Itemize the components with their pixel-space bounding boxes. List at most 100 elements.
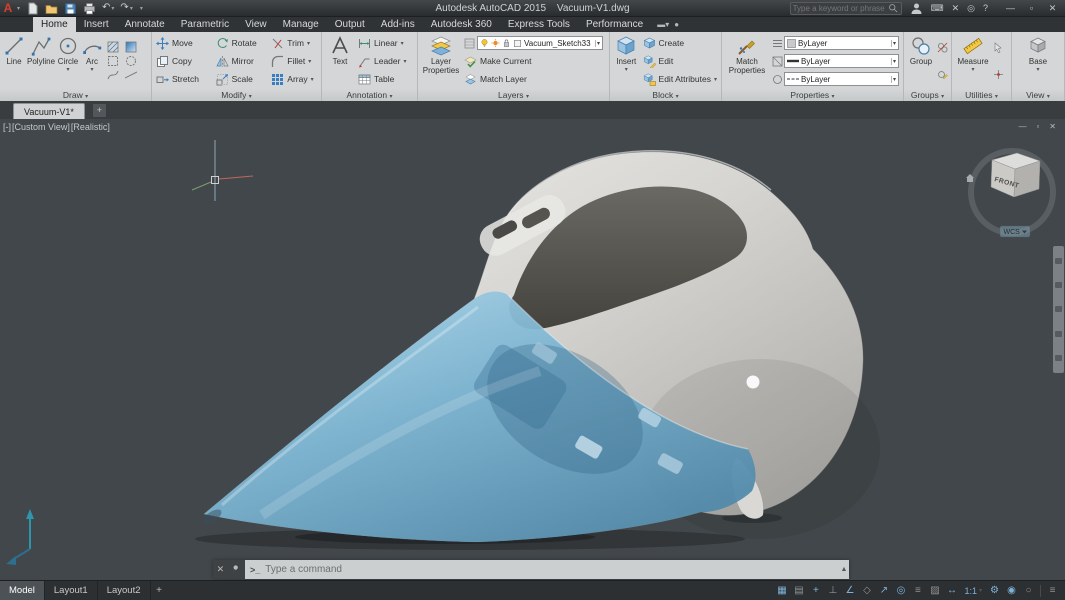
panel-label-groups[interactable]: Groups ▾: [904, 89, 951, 101]
viewport-visual-style-button[interactable]: [Realistic]: [71, 122, 110, 132]
isometric-drafting-toggle[interactable]: ◇: [858, 581, 875, 600]
command-close-icon[interactable]: ✕: [217, 564, 225, 575]
transparency-toggle[interactable]: ▨: [926, 581, 943, 600]
workspace-switching-button[interactable]: ⚙: [986, 581, 1003, 600]
plot-button[interactable]: [80, 1, 99, 16]
array-button[interactable]: Array ▾: [269, 71, 319, 88]
undo-button[interactable]: ↶▾: [99, 1, 117, 16]
model-scene[interactable]: FRONT WCS: [0, 119, 1065, 580]
object-snap-tracking-toggle[interactable]: ↗: [875, 581, 892, 600]
zoom-icon[interactable]: [1055, 306, 1062, 312]
tab-addins[interactable]: Add-ins: [373, 17, 423, 32]
search-input[interactable]: [793, 4, 886, 13]
annotation-monitor-toggle[interactable]: ◉: [1003, 581, 1020, 600]
move-button[interactable]: Move: [154, 35, 214, 52]
viewport-minimize-button[interactable]: —: [1018, 122, 1026, 131]
showmotion-icon[interactable]: [1055, 355, 1062, 361]
help-icon[interactable]: ?: [983, 3, 988, 13]
measure-button[interactable]: Measure ▾: [954, 33, 992, 89]
selection-cycling-toggle[interactable]: ↔: [943, 581, 960, 600]
match-properties-button[interactable]: Match Properties: [724, 33, 770, 89]
command-dock-handle[interactable]: ✕: [213, 560, 245, 579]
exchange-apps-icon[interactable]: ✕: [952, 3, 960, 14]
pan-icon[interactable]: [1055, 282, 1062, 288]
transparency-icon[interactable]: [772, 56, 783, 67]
stretch-button[interactable]: Stretch: [154, 71, 214, 88]
dynamic-input-toggle[interactable]: +: [807, 581, 824, 600]
scale-button[interactable]: Scale: [214, 71, 270, 88]
panel-label-annotation[interactable]: Annotation ▾: [322, 89, 417, 101]
viewcube[interactable]: FRONT: [966, 151, 1053, 233]
copy-button[interactable]: Copy: [154, 53, 214, 70]
arc-button[interactable]: Arc ▾: [80, 33, 104, 89]
object-snap-toggle[interactable]: ◎: [892, 581, 909, 600]
close-button[interactable]: ✕: [1042, 0, 1063, 16]
tab-insert[interactable]: Insert: [76, 17, 117, 32]
open-file-button[interactable]: [42, 1, 61, 16]
line-button[interactable]: Line: [2, 33, 26, 89]
tab-parametric[interactable]: Parametric: [173, 17, 237, 32]
annotation-scale-button[interactable]: 1:1▾: [960, 586, 986, 596]
panel-label-draw[interactable]: Draw ▾: [0, 89, 151, 101]
panel-label-modify[interactable]: Modify ▾: [152, 89, 321, 101]
polar-tracking-toggle[interactable]: ∠: [841, 581, 858, 600]
insert-block-button[interactable]: Insert ▾: [612, 33, 641, 89]
sign-in-avatar-icon[interactable]: [910, 2, 923, 15]
qat-customize-button[interactable]: ▾: [136, 1, 146, 16]
edit-block-button[interactable]: Edit: [641, 53, 719, 70]
table-button[interactable]: Table: [356, 71, 415, 88]
orbit-icon[interactable]: [1055, 331, 1062, 337]
object-color-dropdown[interactable]: ByLayer ▾: [784, 36, 899, 50]
redo-button[interactable]: ↷▾: [117, 1, 135, 16]
layer-state-icon[interactable]: [464, 38, 475, 49]
restore-button[interactable]: ▫: [1021, 0, 1042, 16]
app-menu-button[interactable]: A: [0, 0, 16, 16]
panel-label-utilities[interactable]: Utilities ▾: [952, 89, 1011, 101]
quick-select-icon[interactable]: [993, 42, 1004, 53]
group-button[interactable]: Group: [906, 33, 936, 89]
command-customize-wrench-icon[interactable]: [231, 565, 241, 575]
ortho-toggle[interactable]: ⊥: [824, 581, 841, 600]
boundary-button[interactable]: [107, 55, 119, 67]
rotate-button[interactable]: Rotate: [214, 35, 270, 52]
tab-annotate[interactable]: Annotate: [117, 17, 173, 32]
tab-autodesk360[interactable]: Autodesk 360: [423, 17, 500, 32]
gradient-button[interactable]: [125, 41, 137, 53]
wcs-dropdown[interactable]: WCS: [1000, 226, 1030, 237]
linear-dimension-button[interactable]: Linear ▾: [356, 35, 415, 52]
snap-toggle[interactable]: ▤: [790, 581, 807, 600]
save-button[interactable]: [61, 1, 80, 16]
panel-label-properties[interactable]: Properties ▾: [722, 89, 903, 101]
viewport-restore-button[interactable]: ▫: [1036, 122, 1039, 131]
minimize-button[interactable]: —: [1000, 0, 1021, 16]
viewport-menu-button[interactable]: [-]: [3, 122, 11, 132]
properties-list-icon[interactable]: [772, 38, 783, 49]
tab-home[interactable]: Home: [33, 17, 76, 32]
viewport-close-button[interactable]: ✕: [1049, 122, 1056, 131]
layer-dropdown[interactable]: Vacuum_Sketch33 ▾: [477, 36, 603, 50]
ucs-icon[interactable]: [6, 509, 34, 565]
tab-manage[interactable]: Manage: [275, 17, 327, 32]
keyboard-icon[interactable]: ⌨: [931, 3, 944, 14]
search-icon[interactable]: [888, 3, 899, 14]
file-tab-active[interactable]: Vacuum-V1*: [13, 103, 85, 119]
tab-view[interactable]: View: [237, 17, 275, 32]
ungroup-icon[interactable]: [937, 42, 948, 53]
new-layout-button[interactable]: +: [151, 581, 168, 600]
group-edit-icon[interactable]: [937, 69, 948, 80]
ribbon-display-toggle[interactable]: ▬▾: [657, 20, 669, 29]
viewport-view-button[interactable]: [Custom View]: [12, 122, 70, 132]
tab-output[interactable]: Output: [327, 17, 373, 32]
base-button[interactable]: Base ▾: [1021, 33, 1055, 89]
grid-toggle[interactable]: ▦: [773, 581, 790, 600]
edit-attributes-button[interactable]: Edit Attributes ▾: [641, 71, 719, 88]
panel-label-view[interactable]: View ▾: [1012, 89, 1064, 101]
command-input[interactable]: [265, 564, 834, 575]
make-current-button[interactable]: Make Current: [462, 53, 605, 70]
spline-button[interactable]: [107, 69, 119, 81]
hatch-button[interactable]: [107, 41, 119, 53]
mirror-button[interactable]: Mirror: [214, 53, 270, 70]
text-button[interactable]: Text: [324, 33, 356, 89]
revision-cloud-button[interactable]: [125, 55, 137, 67]
trim-button[interactable]: Trim ▾: [269, 35, 319, 52]
